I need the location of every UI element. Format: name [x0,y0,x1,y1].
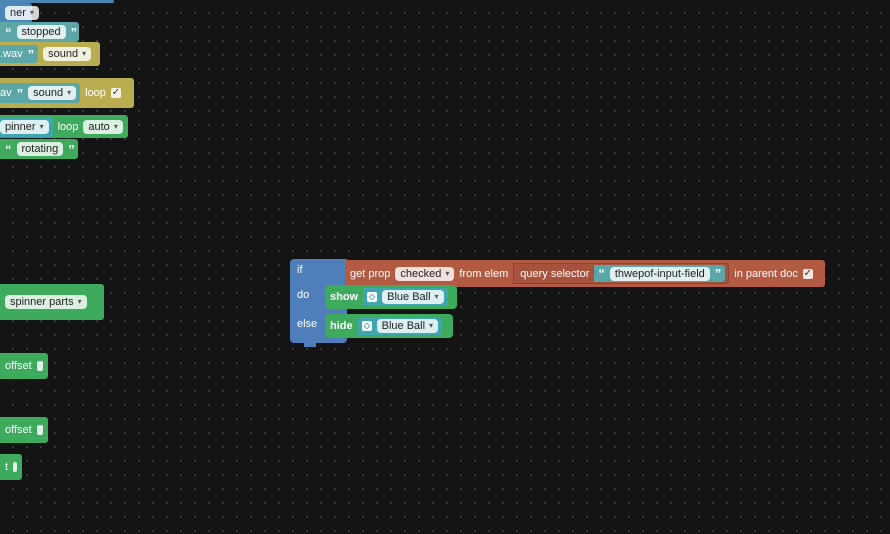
get-prop-block[interactable]: get prop checked from elem query selecto… [345,260,825,287]
quote-close-icon: ” [714,266,722,281]
get-prop-label: get prop [350,267,391,280]
hide-block[interactable]: hide Blue Ball [325,314,453,338]
partial-label: t [5,461,9,473]
offset-label: offset [5,424,32,436]
loop-label: loop [85,87,106,99]
do-label: do [297,289,310,301]
sound-file-text-block-2[interactable]: av ” sound [0,83,81,103]
bottom-notch [304,343,316,347]
show-label: show [330,291,359,303]
show-block[interactable]: show Blue Ball [325,285,457,309]
loop-label-2: loop [57,120,79,133]
hide-target-block[interactable]: Blue Ball [357,317,443,335]
text-field[interactable]: stopped [16,25,66,39]
show-target-block[interactable]: Blue Ball [363,288,448,306]
sound-block[interactable]: .wav ” sound [0,42,100,66]
if-label: if [297,264,303,276]
quote-close-icon: ” [16,85,24,101]
query-selector-label: query selector [520,267,590,280]
quote-open-icon: “ [5,141,12,157]
in-parent-doc-label: in parent doc [734,267,798,280]
offset-block-2[interactable]: offset [0,417,48,443]
quote-close-icon: ” [68,141,75,157]
offset-label: offset [5,360,32,372]
quote-open-icon: “ [5,24,12,40]
text-field-rotating[interactable]: rotating [16,142,64,156]
play-sound-block[interactable]: av ” sound loop [0,78,134,108]
loop-mode-dropdown[interactable]: auto [83,119,123,134]
sound-file-text-block[interactable]: .wav ” [0,45,39,63]
sound-type-dropdown[interactable]: sound [43,47,92,61]
partial-block[interactable]: t [0,454,22,480]
sound-file-field[interactable]: .wav [0,47,23,61]
offset-block-1[interactable]: offset [0,353,48,379]
loop-checkbox[interactable] [110,88,121,98]
object-name-dropdown[interactable]: ner [5,6,39,20]
quote-open-icon: “ [598,266,605,281]
selector-text-block[interactable]: “ thwepof-input-field ” [594,265,726,282]
prop-dropdown[interactable]: checked [395,266,455,281]
partial-checkbox[interactable] [13,462,17,472]
quote-close-icon: ” [70,24,78,40]
object-cube-icon [367,292,378,302]
offset-checkbox[interactable] [36,361,43,371]
sound-file-text: av [0,87,12,99]
query-selector-block[interactable]: query selector “ thwepof-input-field ” [513,263,730,284]
else-label: else [297,318,318,330]
object-cube-icon [361,321,372,331]
spinner-object-block[interactable]: pinner [0,116,53,137]
spinner-block[interactable]: pinner loop auto [0,115,128,138]
text-block-rotating[interactable]: “ rotating ” [0,139,78,159]
hide-target-dropdown[interactable]: Blue Ball [376,319,439,333]
in-parent-doc-checkbox[interactable] [802,268,813,279]
spinner-parts-block[interactable]: spinner parts [0,284,104,320]
spinner-dropdown[interactable]: pinner [0,119,49,134]
sound-type-dropdown-2[interactable]: sound [28,86,77,100]
from-elem-label: from elem [459,267,509,280]
show-target-dropdown[interactable]: Blue Ball [382,290,444,304]
selector-text-field[interactable]: thwepof-input-field [609,266,710,281]
hide-label: hide [330,320,353,332]
text-block-stopped[interactable]: “ stopped ” [0,22,79,42]
offset-checkbox[interactable] [36,425,43,435]
quote-close-icon: ” [27,46,35,62]
object-name-block[interactable]: ner [0,3,39,23]
spinner-parts-dropdown[interactable]: spinner parts [5,295,87,309]
